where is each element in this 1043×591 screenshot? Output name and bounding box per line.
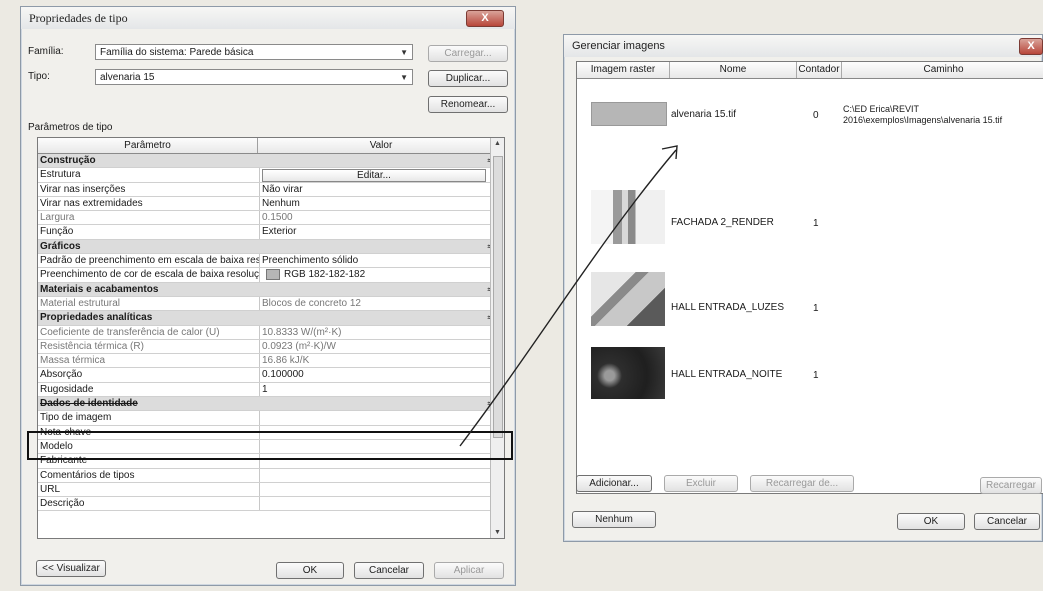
annotation-arrow: [459, 145, 678, 447]
